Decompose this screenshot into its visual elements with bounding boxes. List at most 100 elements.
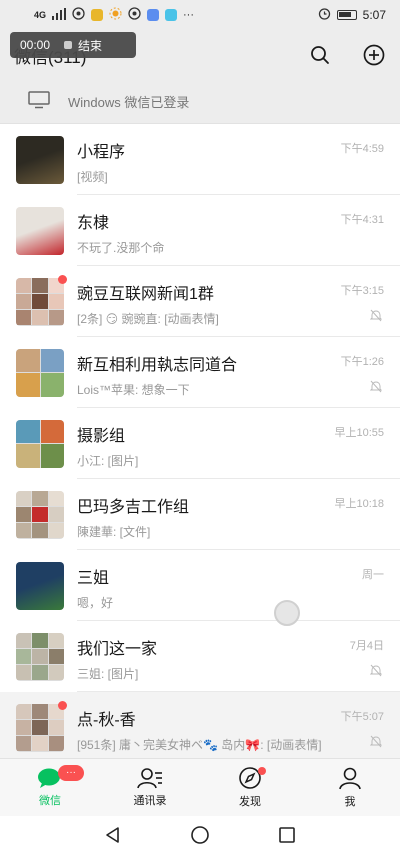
app-yellow-icon (91, 9, 104, 21)
chat-time: 下午3:15 (340, 285, 384, 297)
call-timer: 00:00 (20, 38, 51, 52)
tab-contacts[interactable]: 通讯录 (100, 759, 200, 816)
chat-time: 早上10:18 (334, 498, 384, 510)
chat-avatar (16, 490, 64, 539)
tab-me[interactable]: 我 (300, 759, 400, 816)
header-actions (308, 43, 386, 67)
search-button[interactable] (308, 43, 332, 67)
chat-item[interactable]: 巴玛多吉工作组 陳建華: [文件] 早上10:18 (0, 479, 400, 550)
chat-last-message: [视频] (77, 170, 108, 184)
chat-item[interactable]: 豌豆互联网新闻1群 [2条] 😏 豌豌直: [动画表情] 下午3:15 (0, 266, 400, 337)
app-sun-icon (109, 7, 122, 23)
end-call-label[interactable]: 结束 (78, 37, 102, 54)
voice-call-pill[interactable]: 00:00 结束 (10, 32, 136, 58)
chat-avatar (16, 632, 64, 681)
mute-bell-icon (370, 309, 382, 322)
mute-bell-icon (370, 735, 382, 748)
nav-home-button[interactable] (190, 825, 210, 850)
more-dots-icon: ··· (183, 8, 195, 21)
chat-body: 巴玛多吉工作组 陳建華: [文件] 早上10:18 (77, 479, 400, 550)
chat-list: 小程序 [视频] 下午4:59 东棣 不玩了.没那个命 下午4:31 豌豆互联网新闻1群 [2… (0, 124, 400, 758)
chat-last-message: 不玩了.没那个命 (77, 241, 165, 255)
chat-time: 7月4日 (349, 640, 384, 652)
system-nav-bar (0, 816, 400, 858)
windows-login-banner[interactable]: Windows 微信已登录 (0, 80, 400, 124)
chat-time: 周一 (362, 569, 384, 581)
chat-avatar (16, 348, 64, 397)
nav-back-button[interactable] (104, 826, 122, 849)
unread-dot (58, 700, 67, 710)
chat-time: 下午4:31 (340, 214, 384, 226)
tab-discover[interactable]: 发现 (200, 759, 300, 816)
app-red-icon (128, 7, 141, 23)
chat-time: 下午5:07 (340, 711, 384, 723)
nav-recent-button[interactable] (278, 826, 296, 849)
app-blue-icon (147, 9, 160, 21)
unread-dot (58, 274, 67, 284)
status-left: 4G ··· (34, 7, 194, 23)
tab-contacts-label: 通讯录 (133, 795, 167, 807)
status-right: 5:07 (318, 7, 386, 23)
add-button[interactable] (362, 43, 386, 67)
chat-name: 三姐 (77, 570, 110, 587)
mute-bell-icon (370, 664, 382, 677)
tab-chats-label: 微信 (39, 795, 61, 807)
hotspot-icon (72, 7, 85, 23)
chat-time: 早上10:55 (334, 427, 384, 439)
chat-avatar (16, 419, 64, 468)
battery-icon (336, 10, 357, 20)
tab-chats-badge: ··· (58, 765, 84, 781)
chat-avatar (16, 206, 64, 255)
recent-square-icon (279, 826, 295, 843)
tab-chats[interactable]: ··· 微信 (0, 759, 100, 816)
chat-item[interactable]: 新互相利用執志同道合 Lois™苹果: 想象一下 下午1:26 (0, 337, 400, 408)
chat-last-message: 陳建華: [文件] (77, 525, 151, 539)
chat-item[interactable]: 我们这一家 三姐: [图片] 7月4日 (0, 621, 400, 692)
signal-bars-icon (52, 7, 67, 23)
chat-avatar (16, 274, 67, 326)
chat-item[interactable]: 点-秋-香 [951条] 庸丶完美女神ベ🐾 岛内🎀: [动画表情] 下午5:07 (0, 692, 400, 758)
chat-body: 点-秋-香 [951条] 庸丶完美女神ベ🐾 岛内🎀: [动画表情] 下午5:07 (77, 692, 400, 758)
chat-time: 下午1:26 (340, 356, 384, 368)
person-icon (339, 767, 361, 790)
chat-body: 豌豆互联网新闻1群 [2条] 😏 豌豌直: [动画表情] 下午3:15 (77, 266, 400, 337)
app-blue2-icon (165, 9, 178, 21)
chat-last-message: 嗯，好 (77, 596, 114, 610)
tab-discover-label: 发现 (239, 796, 261, 808)
chat-body: 东棣 不玩了.没那个命 下午4:31 (77, 195, 400, 266)
signal-4g-icon: 4G (34, 9, 47, 20)
chat-avatar (16, 135, 64, 184)
chat-last-message: [2条] 😏 豌豌直: [动画表情] (77, 312, 219, 326)
chat-avatar (16, 561, 64, 610)
chat-last-message: Lois™苹果: 想象一下 (77, 383, 190, 397)
chat-item[interactable]: 小程序 [视频] 下午4:59 (0, 124, 400, 195)
status-time: 5:07 (362, 8, 386, 22)
chat-item[interactable]: 三姐嗯，好 周一 (0, 550, 400, 621)
chat-last-message: 三姐: [图片] (77, 667, 139, 681)
back-triangle-icon (106, 826, 119, 843)
status-bar: 4G ··· 5:07 (0, 0, 400, 30)
assistive-touch-ball[interactable] (274, 600, 300, 626)
contacts-icon (137, 768, 162, 789)
alarm-icon (318, 7, 331, 23)
monitor-icon (28, 91, 50, 112)
end-call-icon (64, 41, 73, 49)
chat-body: 新互相利用執志同道合 Lois™苹果: 想象一下 下午1:26 (77, 337, 400, 408)
chat-body: 三姐嗯，好 周一 (77, 550, 400, 621)
chat-last-message: 小江: [图片] (77, 454, 139, 468)
bottom-tab-bar: ··· 微信 通讯录 发现 我 (0, 758, 400, 816)
tab-discover-dot (258, 767, 266, 775)
chat-item[interactable]: 摄影组 小江: [图片] 早上10:55 (0, 408, 400, 479)
chat-last-message: [951条] 庸丶完美女神ベ🐾 岛内🎀: [动画表情] (77, 738, 322, 752)
plus-circle-icon (363, 44, 385, 66)
mute-bell-icon (370, 380, 382, 393)
chat-body: 摄影组 小江: [图片] 早上10:55 (77, 408, 400, 479)
search-icon (311, 46, 329, 64)
chat-body: 我们这一家 三姐: [图片] 7月4日 (77, 621, 400, 692)
chat-time: 下午4:59 (340, 143, 384, 155)
chat-body: 小程序 [视频] 下午4:59 (77, 124, 400, 195)
chat-item[interactable]: 东棣 不玩了.没那个命 下午4:31 (0, 195, 400, 266)
home-circle-icon (191, 825, 209, 844)
login-banner-text: Windows 微信已登录 (68, 95, 190, 110)
tab-me-label: 我 (344, 796, 356, 808)
